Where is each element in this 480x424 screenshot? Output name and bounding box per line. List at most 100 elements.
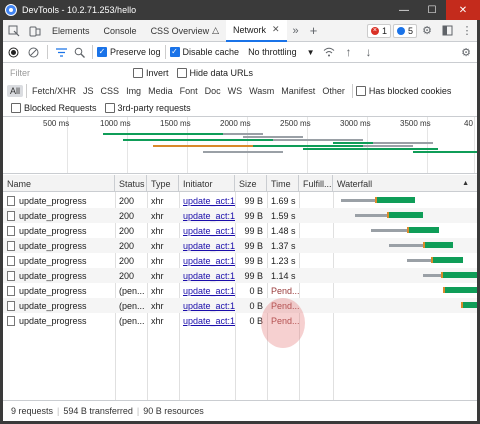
type-filter-css[interactable]: CSS <box>98 85 123 97</box>
blocked-requests-checkbox[interactable]: Blocked Requests <box>11 102 97 113</box>
overview-request-segment <box>373 142 433 144</box>
dock-side-icon[interactable] <box>437 20 457 42</box>
size-cell: 99 B <box>244 270 263 281</box>
type-filter-font[interactable]: Font <box>177 85 201 97</box>
throttling-select[interactable]: No throttling ▼ <box>244 44 318 60</box>
network-overview-timeline[interactable]: 500 ms 1000 ms 1500 ms 2000 ms 2500 ms 3… <box>3 117 477 174</box>
devtools-app-icon <box>5 4 17 16</box>
maximize-icon[interactable]: ☐ <box>418 0 446 20</box>
hide-data-urls-label: Hide data URLs <box>189 68 254 78</box>
status-cell: 200 <box>119 195 135 206</box>
overview-request-segment <box>333 142 373 144</box>
preserve-log-checkbox[interactable]: ✓ Preserve log <box>97 47 161 57</box>
type-cell: xhr <box>151 255 164 266</box>
more-options-icon[interactable]: ⋮ <box>457 20 477 42</box>
has-blocked-cookies-checkbox[interactable]: Has blocked cookies <box>355 86 451 96</box>
table-row[interactable]: update_progress 200 xhr update_act:1 99 … <box>3 193 477 208</box>
issue-count-badge[interactable]: 5 <box>392 23 417 38</box>
blocked-requests-label: Blocked Requests <box>24 102 97 113</box>
more-tabs-chevron-icon[interactable]: » <box>287 20 305 42</box>
error-count-badge[interactable]: × 1 <box>366 23 391 38</box>
table-row[interactable]: update_progress 200 xhr update_act:1 99 … <box>3 223 477 238</box>
filter-input[interactable]: Filter <box>7 65 127 81</box>
sort-ascending-icon: ▲ <box>462 180 469 187</box>
type-filter-manifest[interactable]: Manifest <box>278 85 318 97</box>
request-name: update_progress <box>19 240 87 251</box>
status-cell: 200 <box>119 210 135 221</box>
column-header-status[interactable]: Status <box>115 175 147 192</box>
initiator-text: update_act:1 <box>183 240 235 251</box>
initiator-link[interactable]: update_act:1 <box>179 238 235 253</box>
network-conditions-wifi-icon[interactable] <box>319 41 339 63</box>
initiator-link[interactable]: update_act:1 <box>179 193 235 208</box>
search-icon[interactable] <box>70 41 88 63</box>
type-filter-js[interactable]: JS <box>80 85 97 97</box>
column-header-name[interactable]: Name <box>3 175 115 192</box>
transferred-size: 594 B transferred <box>63 406 133 416</box>
add-tab-icon[interactable]: + <box>305 20 323 42</box>
initiator-link[interactable]: update_act:1 <box>179 313 235 328</box>
tab-css-overview[interactable]: CSS Overview △ <box>144 20 226 42</box>
document-file-icon <box>7 255 15 266</box>
overview-request-segment <box>123 139 273 141</box>
table-row[interactable]: update_progress 200 xhr update_act:1 99 … <box>3 238 477 253</box>
tab-console[interactable]: Console <box>97 20 144 42</box>
hide-data-urls-checkbox[interactable]: Hide data URLs <box>176 68 254 78</box>
type-filter-img[interactable]: Img <box>123 85 144 97</box>
type-filter-all[interactable]: All <box>7 85 24 97</box>
initiator-link[interactable]: update_act:1 <box>179 208 235 223</box>
settings-gear-icon[interactable]: ⚙ <box>417 20 437 42</box>
initiator-link[interactable]: update_act:1 <box>179 268 235 283</box>
filter-icon[interactable] <box>52 41 70 63</box>
column-header-fulfilled[interactable]: Fulfill... <box>299 175 333 192</box>
column-header-type[interactable]: Type <box>147 175 179 192</box>
column-header-initiator[interactable]: Initiator <box>179 175 235 192</box>
inspect-element-icon[interactable] <box>3 20 25 42</box>
invert-label: Invert <box>146 68 169 78</box>
overview-request-segment <box>223 133 263 135</box>
size-cell: 99 B <box>244 255 263 266</box>
device-toolbar-icon[interactable] <box>25 20 45 42</box>
table-row[interactable]: update_progress 200 xhr update_act:1 99 … <box>3 268 477 283</box>
table-row[interactable]: update_progress (pen... xhr update_act:1… <box>3 283 477 298</box>
invert-checkbox[interactable]: Invert <box>133 68 169 78</box>
type-filter-wasm[interactable]: Wasm <box>246 85 277 97</box>
export-har-icon[interactable]: ↓ <box>359 41 379 63</box>
initiator-link[interactable]: update_act:1 <box>179 298 235 313</box>
initiator-link[interactable]: update_act:1 <box>179 223 235 238</box>
close-tab-icon[interactable]: ✕ <box>272 24 280 35</box>
request-table-header: Name Status Type Initiator Size Time Ful… <box>3 175 477 192</box>
table-row[interactable]: update_progress (pen... xhr update_act:1… <box>3 313 477 328</box>
disable-cache-checkbox[interactable]: ✓ Disable cache <box>169 47 239 57</box>
column-header-waterfall[interactable]: Waterfall ▲ <box>333 175 477 192</box>
table-row[interactable]: update_progress 200 xhr update_act:1 99 … <box>3 253 477 268</box>
time-cell: 1.59 s <box>271 210 296 221</box>
initiator-link[interactable]: update_act:1 <box>179 253 235 268</box>
type-filter-ws[interactable]: WS <box>225 85 246 97</box>
column-header-size[interactable]: Size <box>235 175 267 192</box>
overview-tick-label: 500 ms <box>43 119 70 128</box>
minimize-icon[interactable]: — <box>390 0 418 20</box>
import-har-icon[interactable]: ↑ <box>339 41 359 63</box>
overview-request-segment <box>203 151 283 153</box>
type-filter-doc[interactable]: Doc <box>202 85 224 97</box>
network-settings-gear-icon[interactable]: ⚙ <box>455 41 477 63</box>
table-row[interactable]: update_progress (pen... xhr update_act:1… <box>3 298 477 313</box>
type-cell: xhr <box>151 285 164 296</box>
clear-icon[interactable] <box>23 41 43 63</box>
tab-elements[interactable]: Elements <box>45 20 97 42</box>
column-header-time[interactable]: Time <box>267 175 299 192</box>
waterfall-waiting-bar <box>341 199 375 202</box>
table-row[interactable]: update_progress 200 xhr update_act:1 99 … <box>3 208 477 223</box>
record-icon[interactable] <box>3 41 23 63</box>
close-icon[interactable]: ✕ <box>446 0 480 20</box>
request-name-cell: update_progress <box>3 223 115 238</box>
type-cell: xhr <box>151 240 164 251</box>
overview-request-segment <box>303 148 383 150</box>
type-filter-media[interactable]: Media <box>145 85 176 97</box>
type-filter-fetch-xhr[interactable]: Fetch/XHR <box>29 85 79 97</box>
tab-network[interactable]: Network ✕ <box>226 19 287 42</box>
type-filter-other[interactable]: Other <box>319 85 348 97</box>
initiator-link[interactable]: update_act:1 <box>179 283 235 298</box>
third-party-checkbox[interactable]: 3rd-party requests <box>104 102 191 113</box>
